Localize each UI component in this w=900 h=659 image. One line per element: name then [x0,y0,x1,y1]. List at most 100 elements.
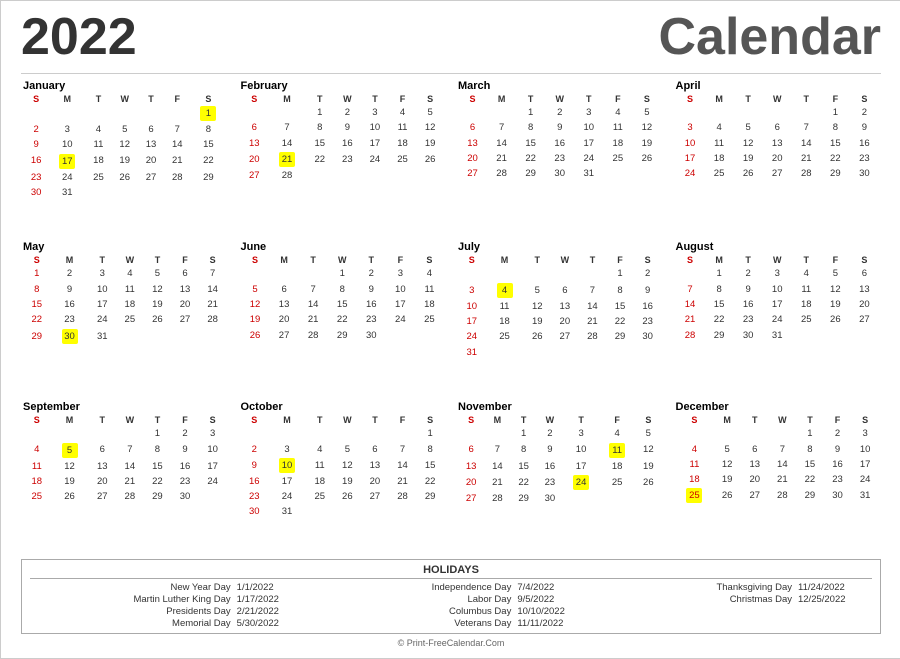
month-table: SMTWTFS123456789101112131415161718192021… [23,93,227,200]
calendar-day: 28 [487,166,516,181]
calendar-day: 14 [389,457,417,474]
calendar-day [606,345,634,360]
calendar-day [190,185,226,200]
calendar-day: 15 [328,297,357,312]
calendar-day [268,105,306,120]
calendar-day: 1 [190,105,226,122]
calendar-day: 19 [734,151,763,166]
calendar-day: 1 [306,105,334,120]
calendar-day: 8 [144,442,172,459]
day-header: T [792,254,821,266]
calendar-day: 14 [792,136,821,151]
day-header: T [516,93,545,105]
calendar-day: 22 [705,312,734,327]
calendar-day: 24 [386,312,415,327]
calendar-day: 9 [537,442,563,459]
calendar-day: 16 [357,297,386,312]
calendar-day: 18 [603,136,632,151]
calendar-day: 6 [458,120,487,135]
calendar-day: 9 [23,137,49,152]
calendar-day: 2 [545,105,574,120]
calendar-day: 8 [606,282,634,299]
month-table: SMTWTFS123456789101112131415161718192021… [241,254,445,342]
calendar-day: 3 [851,426,879,441]
calendar-day: 14 [484,459,510,474]
calendar-day: 3 [563,426,599,441]
calendar-day: 25 [599,474,635,491]
calendar-day: 28 [164,170,190,185]
calendar-day: 5 [144,266,172,281]
calendar-day: 3 [268,442,306,457]
month-name: April [676,80,880,92]
calendar-day: 11 [389,120,417,135]
calendar-day [241,266,270,281]
calendar-day: 25 [705,166,734,181]
calendar-day: 13 [763,136,792,151]
calendar-day [599,491,635,506]
calendar-day: 20 [138,153,164,170]
calendar-day: 21 [769,472,797,487]
calendar-day: 27 [741,487,769,504]
calendar-day [389,168,417,183]
calendar-day: 10 [361,120,389,135]
day-header: S [850,93,879,105]
day-header: W [116,254,144,266]
calendar-day [676,426,714,441]
calendar-day: 26 [241,328,270,343]
calendar-day: 25 [603,151,632,166]
calendar-day: 12 [734,136,763,151]
calendar-day: 3 [49,122,85,137]
calendar-day: 12 [821,282,850,297]
day-header: S [634,254,662,266]
highlighted-day: 25 [686,488,702,503]
day-header: M [268,93,306,105]
calendar-day: 17 [763,297,792,312]
calendar-day: 18 [599,459,635,474]
day-header: M [487,93,516,105]
calendar-day: 15 [606,299,634,314]
calendar-day: 28 [769,487,797,504]
day-header: W [537,414,563,426]
calendar-day: 3 [361,105,389,120]
calendar-day: 1 [821,105,850,120]
day-header: F [603,93,632,105]
calendar-day: 12 [632,120,661,135]
calendar-day: 25 [415,312,444,327]
calendar-day: 5 [734,120,763,135]
calendar-day: 20 [458,151,487,166]
day-header: S [415,254,444,266]
calendar-day: 23 [171,474,199,489]
calendar-day [51,426,89,441]
day-header: S [851,414,879,426]
calendar-day: 22 [306,151,334,168]
calendar-day: 16 [634,299,662,314]
calendar-day [705,105,734,120]
calendar-day: 17 [268,474,306,489]
calendar-day [523,345,551,360]
calendar-day: 5 [112,122,138,137]
calendar-day: 21 [299,312,328,327]
calendar-day: 16 [824,457,852,472]
calendar-day: 15 [416,457,444,474]
calendar-day: 8 [328,282,357,297]
day-header: F [171,254,199,266]
calendar-day: 7 [484,442,510,459]
calendar-day: 24 [851,472,879,487]
calendar-day [850,328,879,343]
calendar-day [112,185,138,200]
day-header: W [763,93,792,105]
calendar-day: 21 [487,151,516,166]
calendar-day: 13 [241,136,269,151]
calendar-day: 4 [306,442,334,457]
holiday-date: 1/1/2022 [237,582,307,593]
calendar-day: 17 [88,297,116,312]
month-table: SMTWTFS123456789101112131415161718192021… [458,414,662,506]
month-name: November [458,401,662,413]
calendar-day: 2 [824,426,852,441]
calendar-day [579,266,607,281]
calendar-day: 23 [241,489,269,504]
calendar-day: 19 [523,314,551,329]
calendar-day: 6 [88,442,116,459]
day-header: S [241,254,270,266]
calendar-day: 5 [635,426,661,441]
